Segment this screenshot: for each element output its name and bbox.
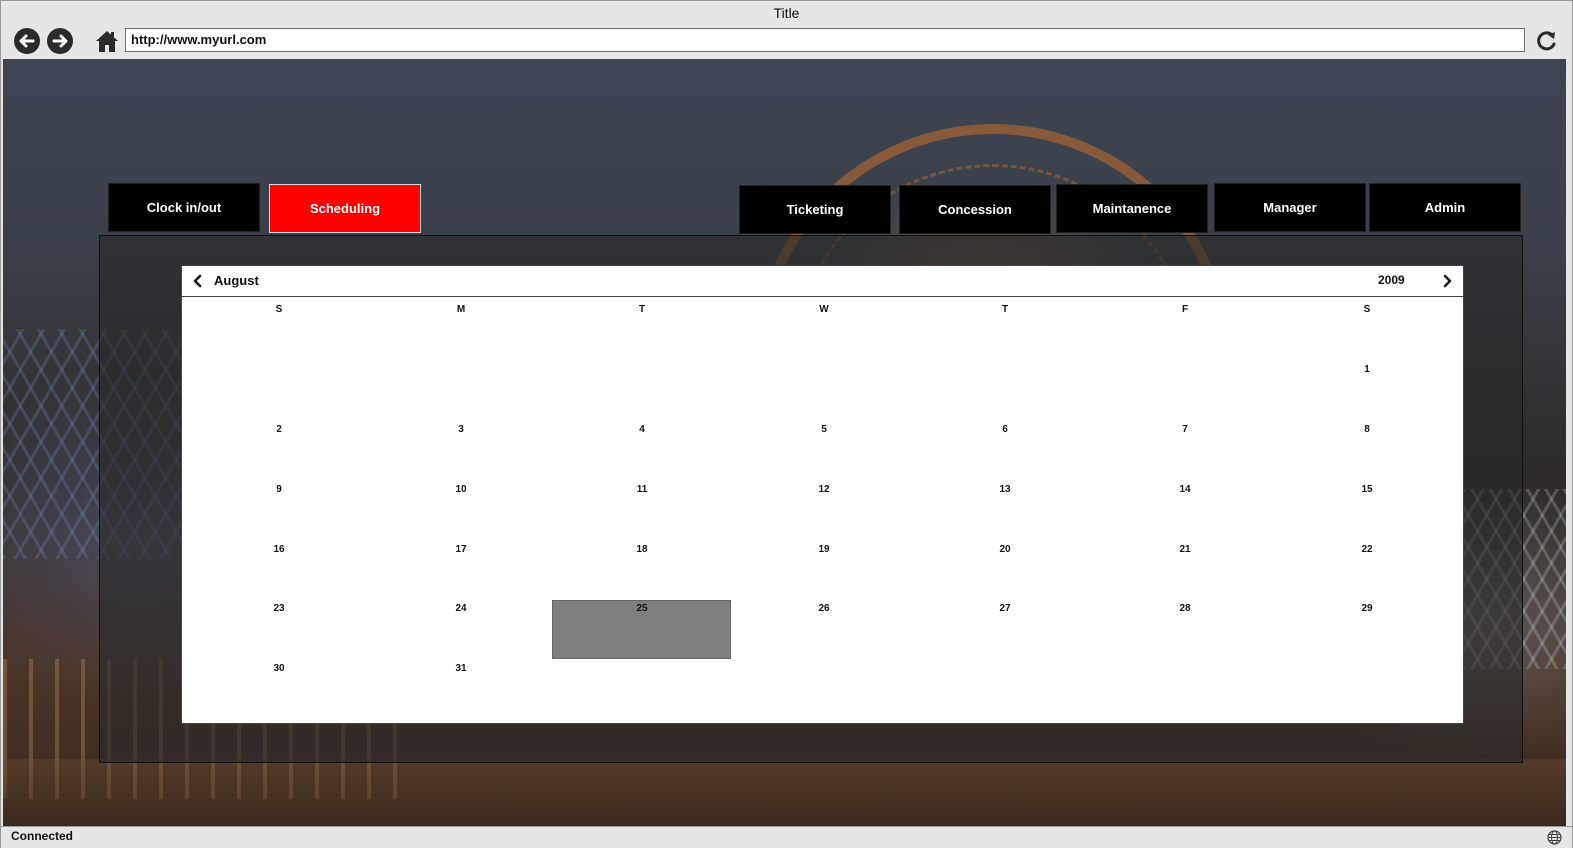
browser-window: Title http://www.myurl.com Clock in/out … [0, 0, 1573, 848]
background-water [3, 759, 1566, 826]
calendar-day[interactable]: 10 [411, 484, 511, 495]
browser-toolbar: http://www.myurl.com [1, 25, 1572, 59]
calendar-day[interactable]: 24 [411, 603, 511, 614]
weekday-header: W [819, 304, 829, 315]
tab-ticketing[interactable]: Ticketing [739, 185, 891, 234]
calendar-day[interactable]: 27 [955, 603, 1055, 614]
tab-clock-in-out[interactable]: Clock in/out [108, 183, 260, 232]
calendar-day[interactable]: 1 [1317, 364, 1417, 375]
globe-icon [1547, 830, 1562, 845]
forward-button[interactable] [47, 28, 73, 54]
calendar-day[interactable]: 9 [229, 484, 329, 495]
status-text: Connected [11, 829, 74, 843]
tab-admin[interactable]: Admin [1369, 183, 1521, 232]
calendar-day[interactable]: 19 [774, 544, 874, 555]
calendar-day[interactable]: 13 [955, 484, 1055, 495]
calendar-month: August [214, 273, 259, 288]
calendar-day[interactable]: 5 [774, 424, 874, 435]
weekday-header: T [638, 304, 646, 315]
chevron-right-icon [1443, 274, 1452, 288]
home-icon [96, 31, 118, 52]
calendar-day[interactable]: 4 [592, 424, 692, 435]
weekday-header: T [1001, 304, 1009, 315]
calendar-year: 2009 [1378, 273, 1405, 287]
weekday-header: S [275, 304, 283, 315]
previous-month-button[interactable] [189, 272, 207, 290]
weekday-header: F [1181, 304, 1189, 315]
calendar-day[interactable]: 28 [1135, 603, 1235, 614]
refresh-button[interactable] [1532, 27, 1560, 55]
calendar-day[interactable]: 3 [411, 424, 511, 435]
calendar-day[interactable]: 8 [1317, 424, 1417, 435]
calendar-day[interactable]: 6 [955, 424, 1055, 435]
calendar: August 2009 S M T W T F S 1 2 3 4 5 6 7 … [181, 265, 1464, 724]
url-input[interactable]: http://www.myurl.com [125, 28, 1525, 52]
calendar-day[interactable]: 14 [1135, 484, 1235, 495]
tab-scheduling[interactable]: Scheduling [269, 184, 421, 233]
status-bar: Connected [1, 826, 1572, 848]
page-content: Clock in/out Scheduling Ticketing Conces… [3, 59, 1566, 826]
calendar-day-selected[interactable]: 25 [592, 603, 692, 614]
calendar-day[interactable]: 21 [1135, 544, 1235, 555]
window-title: Title [773, 5, 800, 21]
calendar-day[interactable]: 23 [229, 603, 329, 614]
calendar-day[interactable]: 30 [229, 663, 329, 674]
weekday-header: M [456, 304, 466, 315]
tab-maintenance[interactable]: Maintanence [1056, 184, 1208, 233]
calendar-day[interactable]: 22 [1317, 544, 1417, 555]
calendar-day[interactable]: 31 [411, 663, 511, 674]
calendar-day[interactable]: 20 [955, 544, 1055, 555]
arrow-right-icon [52, 34, 68, 48]
calendar-day[interactable]: 11 [592, 484, 692, 495]
calendar-day[interactable]: 26 [774, 603, 874, 614]
calendar-day[interactable]: 2 [229, 424, 329, 435]
tab-manager[interactable]: Manager [1214, 183, 1366, 232]
calendar-day[interactable]: 7 [1135, 424, 1235, 435]
calendar-day[interactable]: 12 [774, 484, 874, 495]
calendar-day[interactable]: 15 [1317, 484, 1417, 495]
tab-concession[interactable]: Concession [899, 185, 1051, 234]
calendar-day[interactable]: 17 [411, 544, 511, 555]
arrow-left-icon [19, 34, 35, 48]
chevron-left-icon [193, 274, 202, 288]
back-button[interactable] [14, 28, 40, 54]
calendar-day[interactable]: 16 [229, 544, 329, 555]
refresh-icon [1537, 31, 1556, 51]
next-month-button[interactable] [1438, 272, 1456, 290]
calendar-day[interactable]: 29 [1317, 603, 1417, 614]
calendar-day[interactable]: 18 [592, 544, 692, 555]
calendar-header: August 2009 [182, 266, 1463, 297]
weekday-header: S [1363, 304, 1371, 315]
home-button[interactable] [94, 28, 120, 54]
